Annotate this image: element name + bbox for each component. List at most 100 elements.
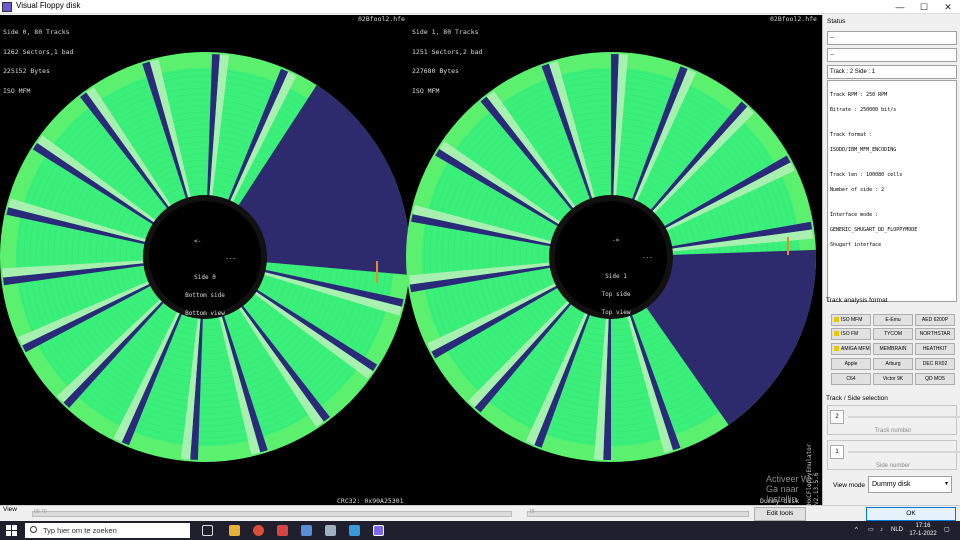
side1-hub-label: Side 1 Top side Top view: [584, 262, 648, 328]
format-victor9k-button[interactable]: Victor 9K: [873, 373, 913, 385]
view-mode-value: Dummy disk: [872, 481, 911, 488]
format-button-label: ISO FM: [841, 331, 859, 337]
clock-time: 17:16: [915, 523, 931, 529]
format-amiga-mfm-button[interactable]: AMIGA MFM: [831, 343, 871, 355]
view-mode-select[interactable]: Dummy disk ▾: [868, 476, 952, 493]
disk-canvas[interactable]: [0, 15, 822, 505]
format-c64-button[interactable]: C64: [831, 373, 871, 385]
zoom-value-2: 18: [529, 509, 535, 515]
side1-info: Side 1, 80 Tracks 1251 Sectors,2 bad 227…: [412, 16, 482, 107]
close-button[interactable]: ✕: [936, 0, 960, 14]
format-dec-rx02-button[interactable]: DEC RX02: [915, 358, 955, 370]
search-icon: [30, 526, 37, 533]
side1-dash: ---: [642, 254, 653, 261]
zoom-value-1: 00.70: [34, 509, 47, 515]
side0-info: Side 0, 80 Tracks 1262 Sectors,1 bad 225…: [3, 16, 73, 107]
status-line: Shugart interface: [830, 242, 882, 248]
side0-info-line: 1262 Sectors,1 bad: [3, 47, 74, 56]
watermark-line: Activeer W: [766, 474, 810, 484]
notification-icon[interactable]: ▢: [944, 526, 950, 534]
windows-start-icon[interactable]: [6, 525, 17, 536]
checkbox-icon: [834, 317, 839, 323]
taskbar-search-input[interactable]: Typ hier om te zoeken: [25, 523, 190, 538]
side1-info-line: 227680 Bytes: [412, 67, 459, 75]
side1-filename: 02Bfool2.hfe: [770, 15, 817, 23]
format-northstar-button[interactable]: NORTHSTAR: [915, 328, 955, 340]
status-line: GENERIC_SHUGART_DD_FLOPPYMODE: [830, 227, 918, 233]
track-side-label: Track / Side selection: [826, 395, 888, 402]
visual-floppy-taskbar-icon[interactable]: [373, 525, 384, 536]
app-icon-1[interactable]: [301, 525, 312, 536]
side1-index-marker: [787, 237, 789, 255]
clock[interactable]: 17:16 17-1-2022: [908, 522, 938, 538]
side-slider[interactable]: [848, 451, 960, 453]
bottom-bar: View 00.70 18 Edit tools OK: [0, 505, 960, 521]
side1-hub-line: Side 1: [605, 273, 627, 280]
side0-info-line: ISO MFM: [3, 86, 31, 95]
side1-hub-line: Top side: [601, 291, 631, 298]
chrome-icon[interactable]: [253, 525, 264, 536]
side0-hub-label: Side 0 Bottom side Bottom view: [173, 263, 237, 329]
track-slider[interactable]: [848, 416, 960, 418]
side0-filename: 02Bfool2.hfe: [358, 15, 405, 23]
format-button-label: ISO MFM: [841, 317, 863, 323]
watermark-line: Ga naar Instellin: [766, 484, 799, 504]
volume-icon[interactable]: ♪: [880, 526, 883, 534]
status-line: Interface mode :: [830, 212, 879, 218]
app-icon-2[interactable]: [325, 525, 336, 536]
maximize-button[interactable]: ☐: [912, 0, 936, 14]
side0-index-marker: [376, 261, 378, 283]
format-button-label: AMIGA MFM: [841, 346, 870, 352]
edit-tools-button[interactable]: Edit tools: [754, 507, 806, 521]
side-spinbox[interactable]: 1: [830, 445, 844, 459]
checkbox-icon: [834, 346, 839, 352]
status-label: Status: [827, 18, 846, 25]
offset-scrollbar[interactable]: [527, 511, 749, 517]
side1-info-line: 1251 Sectors,2 bad: [412, 47, 483, 56]
side1-info-line: ISO MFM: [412, 86, 440, 95]
side0-hub-line: Bottom view: [185, 310, 225, 317]
music-app-icon[interactable]: [277, 525, 288, 536]
format-membrain-button[interactable]: MEMBRAIN: [873, 343, 913, 355]
activation-watermark: Activeer W Ga naar Instellin: [766, 474, 822, 504]
side0-info-line: 225152 Bytes: [3, 67, 50, 75]
zoom-scrollbar[interactable]: [32, 511, 512, 517]
view-label: View: [3, 506, 17, 513]
status-line: Track format :: [830, 132, 873, 138]
language-indicator[interactable]: NLD: [891, 526, 903, 534]
chevron-down-icon: ▾: [944, 481, 948, 487]
format-iso-mfm-button[interactable]: ISO MFM: [831, 314, 871, 326]
disk-view[interactable]: Side 0, 80 Tracks 1262 Sectors,1 bad 225…: [0, 15, 822, 505]
track-info-field: Track : 2 Side : 1: [827, 65, 957, 79]
format-e-emu-button[interactable]: E-Emu: [873, 314, 913, 326]
format-qd-mo5-button[interactable]: QD MO5: [915, 373, 955, 385]
status-line: Bitrate : 250000 bit/s: [830, 107, 897, 113]
status-line: Track len : 100080 cells: [830, 172, 903, 178]
crc-label: CRC32: 0x90A25301: [337, 497, 404, 505]
format-heathkit-button[interactable]: HEATHKIT: [915, 343, 955, 355]
side0-hub-line: Bottom side: [185, 292, 225, 299]
track-spinbox[interactable]: 2: [830, 410, 844, 424]
side1-info-line: Side 1, 80 Tracks: [412, 28, 479, 36]
status-line: ISODD/IBM_MFM_ENCODING: [830, 147, 897, 153]
track-selection-group: 2 Track number: [827, 405, 960, 435]
format-iso-fm-button[interactable]: ISO FM: [831, 328, 871, 340]
title-bar: Visual Floppy disk — ☐ ✕: [0, 0, 960, 14]
task-view-icon[interactable]: [202, 525, 213, 536]
format-label: Track analysis format: [826, 297, 888, 304]
track-number-label: Track number: [874, 428, 912, 434]
format-apple-button[interactable]: Apple: [831, 358, 871, 370]
tray-chevron-icon[interactable]: ^: [855, 526, 858, 534]
format-arburg-button[interactable]: Arburg: [873, 358, 913, 370]
ok-button[interactable]: OK: [866, 507, 956, 521]
format-tycom-button[interactable]: TYCOM: [873, 328, 913, 340]
window-title: Visual Floppy disk: [16, 1, 81, 10]
status-field-1: --: [827, 31, 957, 45]
format-aed6200p-button[interactable]: AED 6200P: [915, 314, 955, 326]
file-explorer-icon[interactable]: [229, 525, 240, 536]
minimize-button[interactable]: —: [888, 0, 912, 14]
app-icon-3[interactable]: [349, 525, 360, 536]
status-text-box[interactable]: Track RPM : 250 RPM Bitrate : 250000 bit…: [827, 80, 957, 302]
right-panel: Status -- -- Track : 2 Side : 1 Track RP…: [822, 15, 960, 505]
network-icon[interactable]: ▭: [868, 526, 874, 534]
